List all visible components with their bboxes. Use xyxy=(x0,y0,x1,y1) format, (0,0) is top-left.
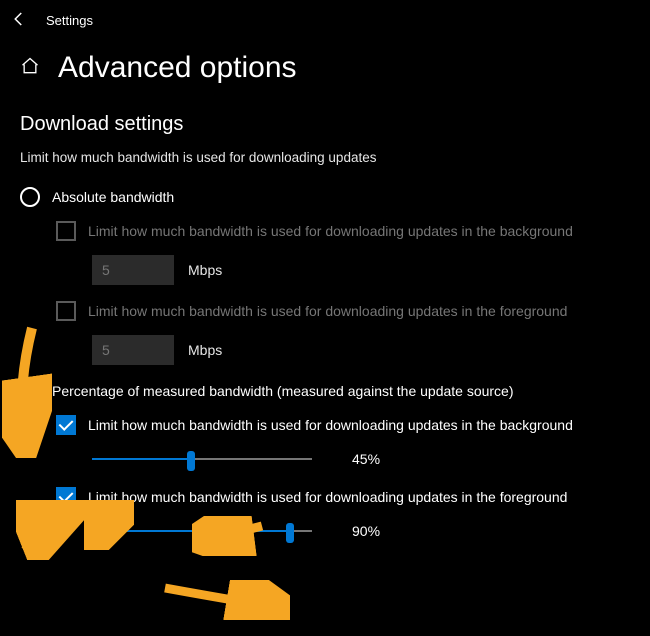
window-title: Settings xyxy=(46,13,93,28)
slider-fill xyxy=(92,458,191,460)
slider-percentage-background[interactable]: 45% xyxy=(92,449,630,469)
section-description: Limit how much bandwidth is used for dow… xyxy=(20,150,630,165)
check-percentage-foreground[interactable]: Limit how much bandwidth is used for dow… xyxy=(56,487,630,507)
check-percentage-background[interactable]: Limit how much bandwidth is used for dow… xyxy=(56,415,630,435)
page-title: Advanced options xyxy=(58,51,297,85)
fg-mbps-input: 5 xyxy=(92,335,174,365)
radio-percentage-bandwidth[interactable]: Percentage of measured bandwidth (measur… xyxy=(20,381,630,401)
section-heading: Download settings xyxy=(20,113,630,136)
input-absolute-background: 5 Mbps xyxy=(92,255,630,285)
radio-icon xyxy=(20,381,40,401)
back-icon[interactable] xyxy=(10,10,28,31)
checkbox-icon xyxy=(56,415,76,435)
annotation-arrow xyxy=(160,580,290,620)
page-header: Advanced options xyxy=(0,31,650,95)
bg-mbps-input: 5 xyxy=(92,255,174,285)
slider-percentage-foreground[interactable]: 90% xyxy=(92,521,630,541)
slider-track[interactable] xyxy=(92,521,312,541)
checkbox-icon xyxy=(56,487,76,507)
checkbox-icon xyxy=(56,221,76,241)
check-label: Limit how much bandwidth is used for dow… xyxy=(88,303,567,319)
slider-fill xyxy=(92,530,290,532)
bg-mbps-unit: Mbps xyxy=(188,262,222,278)
check-label: Limit how much bandwidth is used for dow… xyxy=(88,489,567,505)
radio-label: Absolute bandwidth xyxy=(52,189,174,205)
checkbox-icon xyxy=(56,301,76,321)
title-bar: Settings xyxy=(0,0,650,31)
home-icon[interactable] xyxy=(20,56,40,81)
slider-thumb[interactable] xyxy=(286,523,294,543)
radio-label: Percentage of measured bandwidth (measur… xyxy=(52,383,514,399)
slider-value: 90% xyxy=(352,523,380,539)
download-settings-section: Download settings Limit how much bandwid… xyxy=(0,95,650,541)
check-label: Limit how much bandwidth is used for dow… xyxy=(88,223,573,239)
check-label: Limit how much bandwidth is used for dow… xyxy=(88,417,573,433)
check-absolute-foreground: Limit how much bandwidth is used for dow… xyxy=(56,301,630,321)
radio-absolute-bandwidth[interactable]: Absolute bandwidth xyxy=(20,187,630,207)
input-absolute-foreground: 5 Mbps xyxy=(92,335,630,365)
check-absolute-background: Limit how much bandwidth is used for dow… xyxy=(56,221,630,241)
fg-mbps-unit: Mbps xyxy=(188,342,222,358)
slider-thumb[interactable] xyxy=(187,451,195,471)
slider-value: 45% xyxy=(352,451,380,467)
slider-track[interactable] xyxy=(92,449,312,469)
radio-icon xyxy=(20,187,40,207)
